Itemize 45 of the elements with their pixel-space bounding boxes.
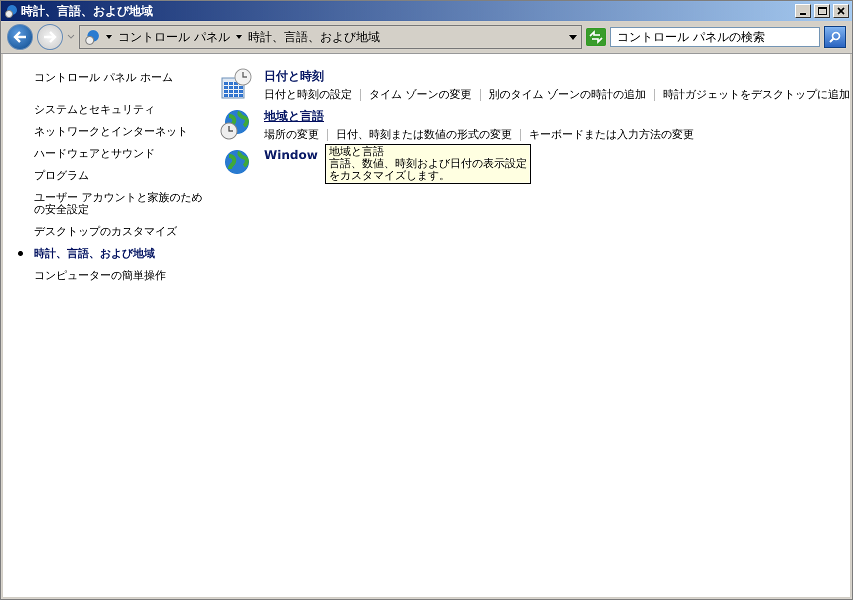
search-field[interactable]: コントロール パネルの検索	[610, 27, 820, 47]
globe-icon	[4, 4, 18, 18]
caret-icon[interactable]	[236, 35, 242, 39]
close-button[interactable]	[833, 4, 849, 18]
forward-arrow-icon	[43, 31, 57, 43]
close-icon	[837, 7, 845, 15]
search-icon	[829, 31, 841, 43]
task-link[interactable]: 日付と時刻の設定	[264, 87, 352, 102]
sidebar-item[interactable]: コンピューターの簡単操作	[17, 270, 209, 282]
sidebar-item[interactable]: プログラム	[17, 170, 209, 182]
address-bar[interactable]: コントロール パネル 時計、言語、および地域	[79, 25, 582, 49]
sidebar-item[interactable]: ハードウェアとサウンド	[17, 148, 209, 160]
calendar-clock-icon	[220, 68, 252, 100]
task-link[interactable]: タイム ゾーンの変更	[369, 87, 472, 102]
maximize-button[interactable]	[814, 4, 830, 18]
forward-button[interactable]	[37, 24, 63, 50]
task-link[interactable]: 別のタイム ゾーンの時計の追加	[488, 87, 646, 102]
minimize-button[interactable]	[795, 4, 811, 18]
task-link[interactable]: 場所の変更	[264, 127, 319, 142]
sidebar-item[interactable]: ユーザー アカウントと家族のための安全設定	[17, 192, 209, 216]
tooltip-title: 地域と言語	[329, 146, 385, 158]
globe-icon	[84, 29, 100, 45]
sidebar-item[interactable]: 時計、言語、および地域	[17, 248, 209, 260]
category-title-link[interactable]: Window	[264, 148, 318, 162]
sidebar-item[interactable]: ネットワークとインターネット	[17, 126, 209, 138]
back-button[interactable]	[7, 24, 33, 50]
task-link[interactable]: キーボードまたは入力方法の変更	[529, 127, 694, 142]
breadcrumb[interactable]: コントロール パネル	[118, 28, 230, 46]
task-link[interactable]: 日付、時刻または数値の形式の変更	[336, 127, 512, 142]
search-button[interactable]	[824, 26, 846, 48]
caret-icon[interactable]	[569, 34, 577, 40]
globe-clock-icon	[220, 108, 252, 140]
tooltip-text: 言語、数値、時刻および日付の表示設定 をカスタマイズします。	[329, 158, 527, 182]
window-title: 時計、言語、および地域	[21, 2, 154, 20]
sidebar-item[interactable]: システムとセキュリティ	[17, 104, 209, 116]
breadcrumb[interactable]: 時計、言語、および地域	[248, 28, 380, 46]
maximize-icon	[818, 7, 826, 15]
category-title-link[interactable]: 地域と言語	[264, 108, 324, 125]
task-link[interactable]: 時計ガジェットをデスクトップに追加	[663, 87, 850, 102]
caret-icon[interactable]	[106, 35, 112, 39]
back-arrow-icon	[13, 31, 27, 43]
sidebar-item[interactable]: コントロール パネル ホーム	[17, 72, 209, 84]
category-title-link[interactable]: 日付と時刻	[264, 68, 324, 85]
sidebar-item[interactable]: デスクトップのカスタマイズ	[17, 226, 209, 238]
refresh-icon[interactable]	[586, 28, 606, 46]
